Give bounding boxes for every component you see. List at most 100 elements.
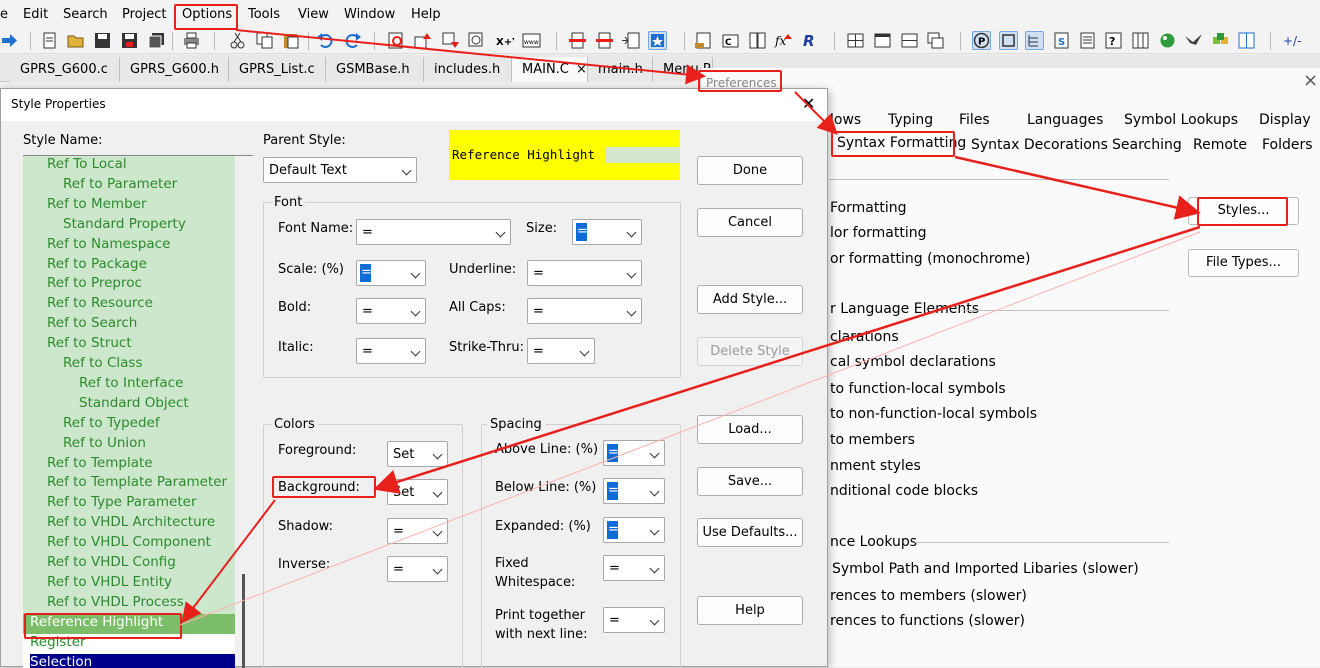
grid-icon[interactable]: [846, 31, 865, 50]
delete-style-button[interactable]: Delete Style: [697, 337, 803, 366]
pref-option[interactable]: nditional code blocks: [830, 483, 978, 499]
file-tab[interactable]: GSMBase.h: [326, 57, 424, 82]
p-circle-icon[interactable]: P: [972, 31, 991, 50]
cut-icon[interactable]: [228, 31, 247, 50]
tree-item[interactable]: Standard Object: [79, 395, 189, 411]
tree-item[interactable]: Ref to Resource: [47, 295, 153, 311]
close-icon[interactable]: ×: [576, 62, 587, 77]
strike-thru-select[interactable]: =: [527, 338, 595, 364]
new-file-icon[interactable]: [40, 31, 59, 50]
r-icon[interactable]: R: [800, 31, 819, 50]
close-icon[interactable]: ✕: [802, 94, 815, 113]
list-icon[interactable]: [1078, 31, 1097, 50]
scrollbar-thumb[interactable]: [242, 574, 245, 668]
foreground-select[interactable]: Set: [387, 441, 448, 467]
all-caps-select[interactable]: =: [527, 298, 642, 324]
pref-option[interactable]: Symbol Path and Imported Libaries (slowe…: [832, 561, 1139, 577]
scale-select[interactable]: =: [356, 260, 426, 286]
jump-icon[interactable]: [621, 31, 640, 50]
forward-arrow-icon[interactable]: [0, 31, 19, 50]
parent-style-select[interactable]: Default Text: [263, 157, 417, 183]
frame-icon[interactable]: [999, 31, 1018, 50]
menu-tools[interactable]: Tools: [248, 7, 280, 22]
menu-project[interactable]: Project: [122, 7, 166, 22]
symbol-window-icon[interactable]: [694, 31, 713, 50]
tree-item[interactable]: Ref to Class: [63, 355, 142, 371]
tree-item[interactable]: Ref to Struct: [47, 335, 132, 351]
undo-icon[interactable]: [316, 31, 335, 50]
save-icon[interactable]: [93, 31, 112, 50]
window-icon[interactable]: [873, 31, 892, 50]
above-line-select[interactable]: =: [603, 440, 665, 466]
file-tab-active[interactable]: MAIN.C ×: [512, 57, 588, 82]
s-icon[interactable]: S: [1052, 31, 1071, 50]
tree-item[interactable]: Ref to Interface: [79, 375, 183, 391]
grid-view-icon[interactable]: [1131, 31, 1150, 50]
tab-syntax-formatting[interactable]: Syntax Formatting: [837, 135, 966, 151]
expand-collapse-icon[interactable]: +/-: [1281, 31, 1316, 50]
pref-option[interactable]: rences to members (slower): [830, 588, 1027, 604]
pref-option[interactable]: Formatting: [830, 200, 906, 216]
bird-icon[interactable]: [1184, 31, 1203, 50]
tree-item[interactable]: Ref to VHDL Process: [47, 594, 184, 610]
copy-icon[interactable]: [255, 31, 274, 50]
pref-option[interactable]: lor formatting: [830, 225, 927, 241]
tree-item[interactable]: Ref to VHDL Component: [47, 534, 211, 550]
tree-item[interactable]: Ref to VHDL Architecture: [47, 514, 215, 530]
menu-window[interactable]: Window: [344, 7, 395, 22]
pref-option[interactable]: or formatting (monochrome): [830, 251, 1030, 267]
tab-display[interactable]: Display: [1259, 112, 1311, 128]
tree-item[interactable]: Ref to Typedef: [63, 415, 160, 431]
file-tab[interactable]: GPRS_List.c: [229, 57, 326, 82]
tab-folders[interactable]: Folders: [1262, 137, 1313, 153]
pref-option[interactable]: clarations: [830, 329, 899, 345]
function-icon[interactable]: fx: [774, 31, 793, 50]
tab-syntax-decorations[interactable]: Syntax Decorations: [971, 137, 1108, 153]
style-tree-list[interactable]: Ref To LocalRef to ParameterRef to Membe…: [23, 156, 235, 668]
redo-icon[interactable]: [343, 31, 362, 50]
tree-item[interactable]: Ref to Namespace: [47, 236, 170, 252]
open-folder-icon[interactable]: [66, 31, 85, 50]
tree-item[interactable]: Ref to VHDL Config: [47, 554, 176, 570]
expanded-select[interactable]: =: [603, 517, 665, 543]
load-button[interactable]: Load...: [697, 415, 803, 444]
window-list-icon[interactable]: [1237, 31, 1256, 50]
tab-searching[interactable]: Searching: [1112, 137, 1182, 153]
fixed-whitespace-select[interactable]: =: [603, 555, 665, 581]
close-icon[interactable]: ×: [1303, 70, 1318, 91]
print-icon[interactable]: [182, 31, 201, 50]
menu-options[interactable]: Options: [182, 7, 232, 22]
file-tab[interactable]: GPRS_G600.h: [120, 57, 229, 82]
tree-item-selected[interactable]: Reference Highlight: [30, 614, 163, 630]
pref-option[interactable]: to function-local symbols: [830, 381, 1006, 397]
styles-button[interactable]: Styles...: [1188, 197, 1299, 225]
add-style-button[interactable]: Add Style...: [697, 285, 803, 314]
relation-window-icon[interactable]: [748, 31, 767, 50]
tree-item[interactable]: Ref to Template: [47, 455, 153, 471]
tab-typing[interactable]: Typing: [888, 112, 933, 128]
bold-select[interactable]: =: [356, 298, 426, 324]
pref-option[interactable]: to non-function-local symbols: [830, 406, 1037, 422]
italic-select[interactable]: =: [356, 338, 426, 364]
replace-icon[interactable]: [467, 31, 486, 50]
file-tab[interactable]: GPRS_G600.c: [10, 57, 120, 82]
pref-option[interactable]: nment styles: [830, 458, 921, 474]
tab-languages[interactable]: Languages: [1027, 112, 1103, 128]
tree-item[interactable]: Ref to VHDL Entity: [47, 574, 172, 590]
xy-icon[interactable]: X+Y: [495, 31, 514, 50]
pin-icon[interactable]: [648, 31, 667, 50]
tree-item[interactable]: Ref to Type Parameter: [47, 494, 197, 510]
tab-remote[interactable]: Remote: [1193, 137, 1247, 153]
www-icon[interactable]: www: [522, 31, 541, 50]
file-tab[interactable]: main.h: [588, 57, 653, 82]
tree-item[interactable]: Ref to Search: [47, 315, 137, 331]
tree-item[interactable]: Ref to Member: [47, 196, 147, 212]
tree-item[interactable]: Ref to Package: [47, 256, 147, 272]
tile-horizontal-icon[interactable]: [900, 31, 919, 50]
menu-search[interactable]: Search: [63, 7, 108, 22]
file-types-button[interactable]: File Types...: [1188, 249, 1299, 277]
search-up-icon[interactable]: [413, 31, 432, 50]
puzzle-icon[interactable]: [1211, 31, 1230, 50]
inverse-select[interactable]: =: [387, 556, 448, 582]
save-button[interactable]: Save...: [697, 467, 803, 496]
